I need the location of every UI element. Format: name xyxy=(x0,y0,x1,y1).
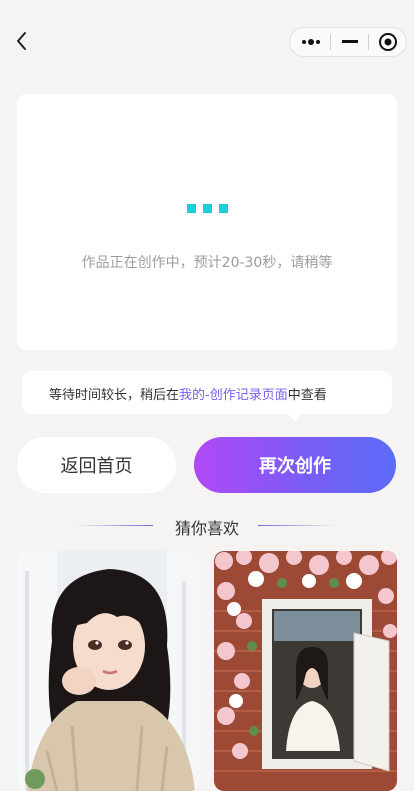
capsule-divider xyxy=(368,34,369,50)
back-home-button[interactable]: 返回首页 xyxy=(17,437,176,493)
capsule-menu xyxy=(289,27,407,57)
girl-in-rose-window xyxy=(214,551,397,791)
back-button[interactable] xyxy=(12,30,34,52)
capsule-divider xyxy=(330,34,331,50)
tip-text: 等待时间较长，稍后在我的-创作记录页面中查看 xyxy=(49,384,327,403)
tip-bubble: 等待时间较长，稍后在我的-创作记录页面中查看 xyxy=(22,371,392,421)
close-button[interactable] xyxy=(370,28,406,56)
create-again-button[interactable]: 再次创作 xyxy=(194,437,396,493)
section-divider-right xyxy=(258,525,336,526)
tip-prefix: 等待时间较长，稍后在 xyxy=(49,388,180,403)
section-title: 猜你喜欢 xyxy=(174,519,239,538)
more-dots-icon xyxy=(302,39,320,45)
tip-suffix: 中查看 xyxy=(287,388,327,403)
creation-record-link[interactable]: 我的-创作记录页面 xyxy=(179,388,288,403)
anime-girl-portrait xyxy=(17,551,200,791)
loading-card: 作品正在创作中，预计20-30秒，请稍等 xyxy=(17,94,397,350)
loading-dots-icon xyxy=(187,204,228,213)
loading-text: 作品正在创作中，预计20-30秒，请稍等 xyxy=(81,255,333,271)
close-target-icon xyxy=(379,33,397,51)
minimize-icon xyxy=(342,40,358,43)
recommend-card[interactable] xyxy=(214,551,397,791)
chevron-left-icon xyxy=(17,32,26,50)
minimize-button[interactable] xyxy=(332,28,368,56)
more-button[interactable] xyxy=(292,28,332,56)
recommend-card[interactable] xyxy=(17,551,200,791)
